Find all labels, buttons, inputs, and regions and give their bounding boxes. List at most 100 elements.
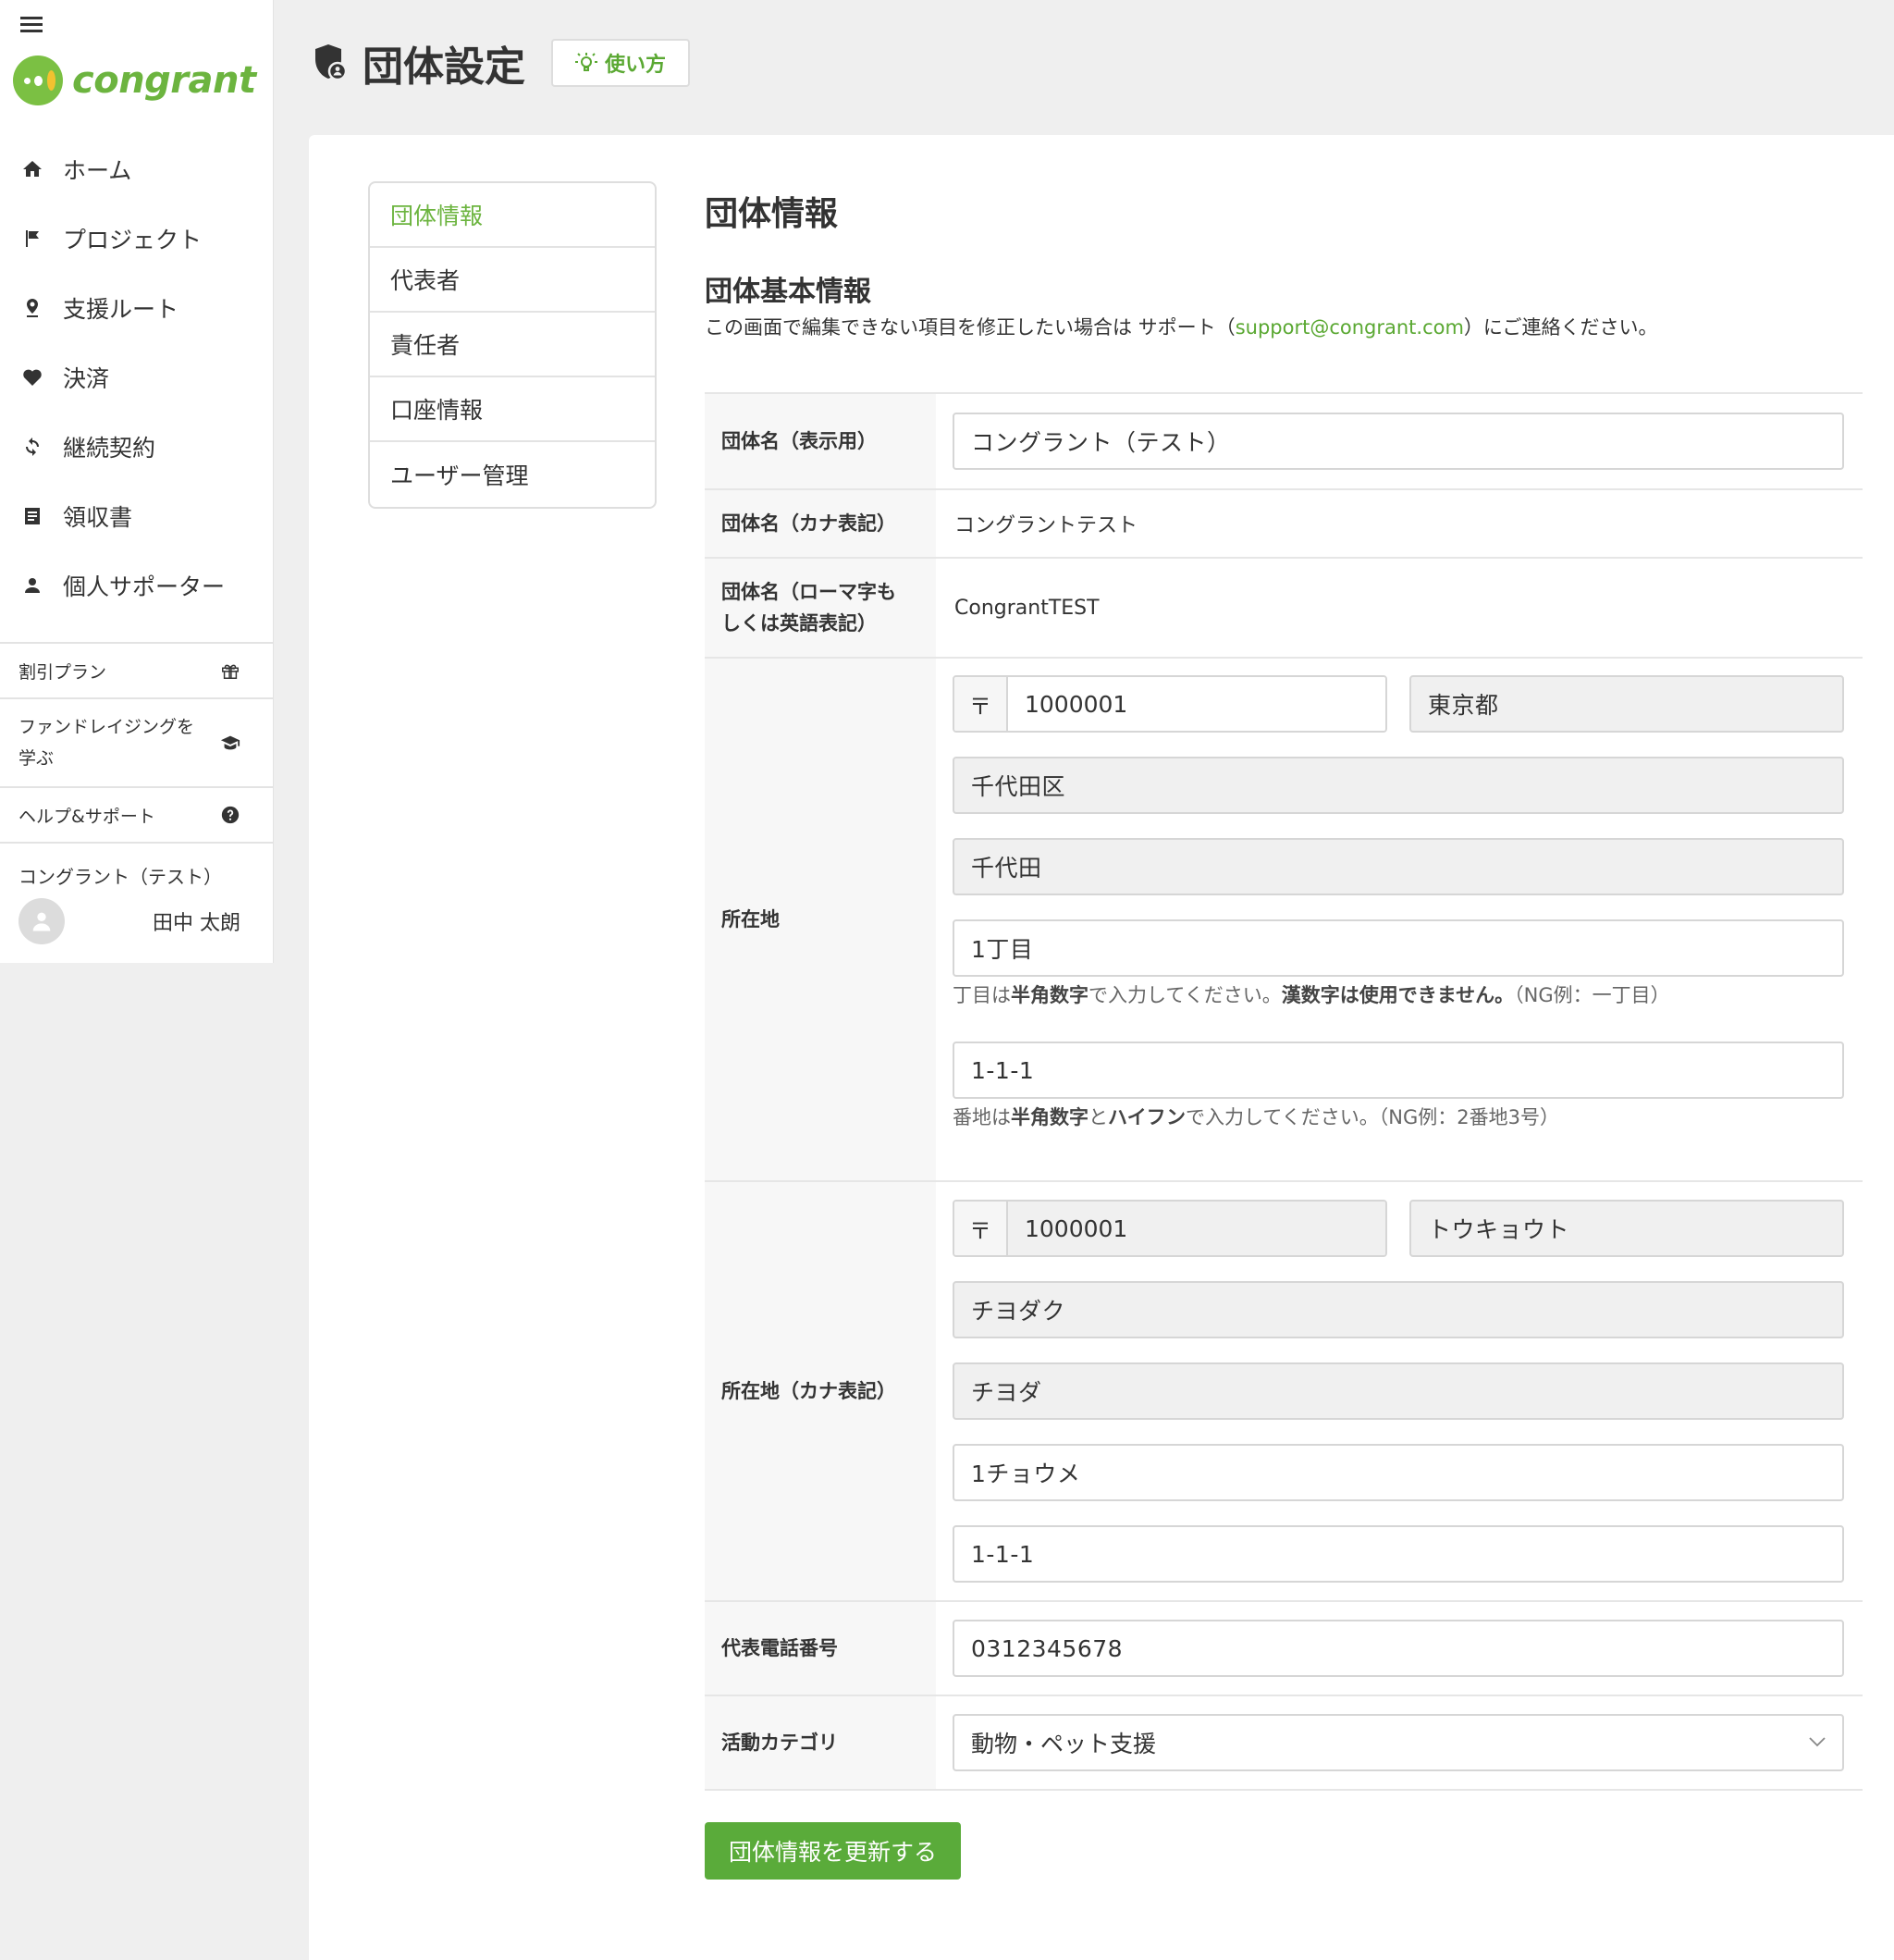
side-link-learn-fundraising[interactable]: ファンドレイジングを学ぶ — [0, 699, 274, 788]
section-title: 団体情報 — [705, 195, 839, 233]
row-address: 所在地 〒 1000001 東京都 千代田区 千代田 1丁目 丁目は半角数字で入… — [705, 659, 1863, 1182]
lightbulb-icon — [575, 53, 597, 71]
banchi-input[interactable]: 1-1-1 — [953, 1042, 1844, 1099]
field-label: 団体名（ローマ字も しくは英語表記） — [705, 559, 936, 657]
postal-mark: 〒 — [954, 677, 1008, 731]
page-header: 団体設定 使い方 — [313, 33, 691, 92]
main-nav: ホーム プロジェクト 支援ルート 決済 継続契約 領収書 個人サポーター — [0, 134, 274, 620]
nav-item-label: プロジェクト — [63, 226, 203, 253]
side-link-label: 割引プラン — [18, 661, 107, 683]
home-icon — [20, 157, 44, 181]
update-org-info-button[interactable]: 団体情報を更新する — [705, 1822, 962, 1880]
field-label: 活動カテゴリ — [705, 1696, 936, 1789]
subnav-item-bank-account[interactable]: 口座情報 — [370, 377, 655, 442]
nav-item-home[interactable]: ホーム — [0, 134, 274, 203]
graduation-cap-icon — [220, 735, 240, 750]
postal-mark: 〒 — [954, 1202, 1008, 1255]
side-link-discount-plan[interactable]: 割引プラン — [0, 644, 274, 699]
refresh-icon — [20, 435, 44, 459]
support-notice: この画面で編集できない項目を修正したい場合は サポート（support@cong… — [705, 316, 1658, 339]
page-title: 団体設定 — [363, 43, 525, 91]
kana-name-value: コングラントテスト — [954, 514, 1138, 537]
flag-icon — [20, 227, 44, 251]
nav-item-support-route[interactable]: 支援ルート — [0, 273, 274, 342]
location-pin-icon — [20, 296, 44, 320]
support-email-link[interactable]: support@congrant.com — [1236, 316, 1464, 339]
user-name: 田中 太朗 — [153, 912, 240, 935]
zip-value: 1000001 — [1008, 677, 1385, 731]
subnav-item-representative[interactable]: 代表者 — [370, 248, 655, 313]
logo-mark-icon — [13, 55, 63, 105]
subnav-item-user-management[interactable]: ユーザー管理 — [370, 442, 655, 507]
row-kana-name: 団体名（カナ表記） コングラントテスト — [705, 490, 1863, 559]
nav-item-recurring[interactable]: 継続契約 — [0, 412, 274, 481]
settings-subnav: 団体情報 代表者 責任者 口座情報 ユーザー管理 — [368, 181, 657, 509]
nav-item-payment[interactable]: 決済 — [0, 342, 274, 412]
chome-hint: 丁目は半角数字で入力してください。漢数字は使用できません。（NG例：一丁目） — [953, 984, 1670, 1006]
display-name-input[interactable]: コングラント（テスト） — [953, 413, 1844, 470]
help-circle-icon — [221, 806, 240, 824]
logo-text: congrant — [72, 59, 256, 102]
prefecture-field: 東京都 — [1409, 675, 1844, 733]
shield-user-icon — [315, 44, 348, 81]
town-field: 千代田 — [953, 838, 1844, 895]
org-name: コングラント（テスト） — [18, 866, 222, 888]
subnav-item-responsible-person[interactable]: 責任者 — [370, 313, 655, 377]
person-icon — [20, 573, 44, 598]
phone-input[interactable]: 0312345678 — [953, 1620, 1844, 1677]
zip-kana-field: 〒 1000001 — [953, 1200, 1387, 1257]
category-selected-value: 動物・ペット支援 — [971, 1731, 1157, 1757]
chome-kana-input[interactable]: 1チョウメ — [953, 1444, 1844, 1501]
row-phone: 代表電話番号 0312345678 — [705, 1602, 1863, 1696]
field-label: 代表電話番号 — [705, 1602, 936, 1695]
avatar — [18, 898, 65, 944]
gift-icon — [222, 664, 239, 679]
side-link-label: ヘルプ&サポート — [18, 806, 155, 827]
nav-item-label: 継続契約 — [63, 434, 156, 462]
side-links: 割引プラン ファンドレイジングを学ぶ ヘルプ&サポート コングラント（テスト） … — [0, 642, 274, 944]
banchi-kana-input[interactable]: 1-1-1 — [953, 1525, 1844, 1583]
main-card: 団体情報 代表者 責任者 口座情報 ユーザー管理 団体情報 団体基本情報 この画… — [309, 135, 1894, 1960]
city-field: 千代田区 — [953, 757, 1844, 814]
nav-item-individual-supporter[interactable]: 個人サポーター — [0, 550, 274, 620]
sidebar: congrant ホーム プロジェクト 支援ルート 決済 継続契約 領収書 個人… — [0, 0, 274, 963]
nav-item-project[interactable]: プロジェクト — [0, 203, 274, 273]
row-category: 活動カテゴリ 動物・ペット支援 — [705, 1696, 1863, 1791]
nav-item-label: 支援ルート — [63, 295, 179, 323]
nav-item-label: 決済 — [63, 364, 110, 392]
chevron-down-icon — [1809, 1737, 1826, 1747]
nav-item-label: 領収書 — [63, 503, 133, 531]
receipt-icon — [20, 504, 44, 528]
side-link-help-support[interactable]: ヘルプ&サポート — [0, 788, 274, 844]
nav-item-label: 個人サポーター — [63, 573, 226, 600]
field-label: 所在地（カナ表記） — [705, 1182, 936, 1600]
nav-item-label: ホーム — [63, 156, 132, 184]
city-kana-field: チヨダク — [953, 1281, 1844, 1338]
howto-button[interactable]: 使い方 — [551, 39, 691, 87]
roman-name-value: CongrantTEST — [954, 596, 1100, 620]
sub-title: 団体基本情報 — [705, 276, 871, 308]
zip-input[interactable]: 〒 1000001 — [953, 675, 1387, 733]
category-select[interactable]: 動物・ペット支援 — [953, 1714, 1844, 1771]
row-address-kana: 所在地（カナ表記） 〒 1000001 トウキョウト チヨダク チヨダ 1チョウ — [705, 1182, 1863, 1602]
field-label: 団体名（表示用） — [705, 394, 936, 488]
hamburger-menu-icon[interactable] — [20, 17, 43, 33]
howto-label: 使い方 — [605, 54, 667, 77]
prefecture-kana-field: トウキョウト — [1409, 1200, 1844, 1257]
row-roman-name: 団体名（ローマ字も しくは英語表記） CongrantTEST — [705, 559, 1863, 659]
nav-item-receipt[interactable]: 領収書 — [0, 481, 274, 550]
town-kana-field: チヨダ — [953, 1362, 1844, 1420]
chome-input[interactable]: 1丁目 — [953, 919, 1844, 977]
subnav-item-org-info[interactable]: 団体情報 — [370, 183, 655, 248]
congrant-logo[interactable]: congrant — [13, 55, 256, 105]
side-link-label: ファンドレイジングを学ぶ — [18, 717, 195, 769]
field-label: 所在地 — [705, 659, 936, 1180]
account-box[interactable]: コングラント（テスト） 田中 太朗 — [0, 844, 274, 944]
field-label: 団体名（カナ表記） — [705, 490, 936, 557]
row-display-name: 団体名（表示用） コングラント（テスト） — [705, 394, 1863, 490]
user-row: 田中 太朗 — [18, 898, 255, 944]
org-info-form: 団体名（表示用） コングラント（テスト） 団体名（カナ表記） コングラントテスト… — [705, 392, 1863, 1791]
banchi-hint: 番地は半角数字とハイフンで入力してください。（NG例：2番地3号） — [953, 1106, 1559, 1128]
zip-kana-value: 1000001 — [1008, 1202, 1385, 1255]
user-avatar-icon — [32, 912, 51, 931]
